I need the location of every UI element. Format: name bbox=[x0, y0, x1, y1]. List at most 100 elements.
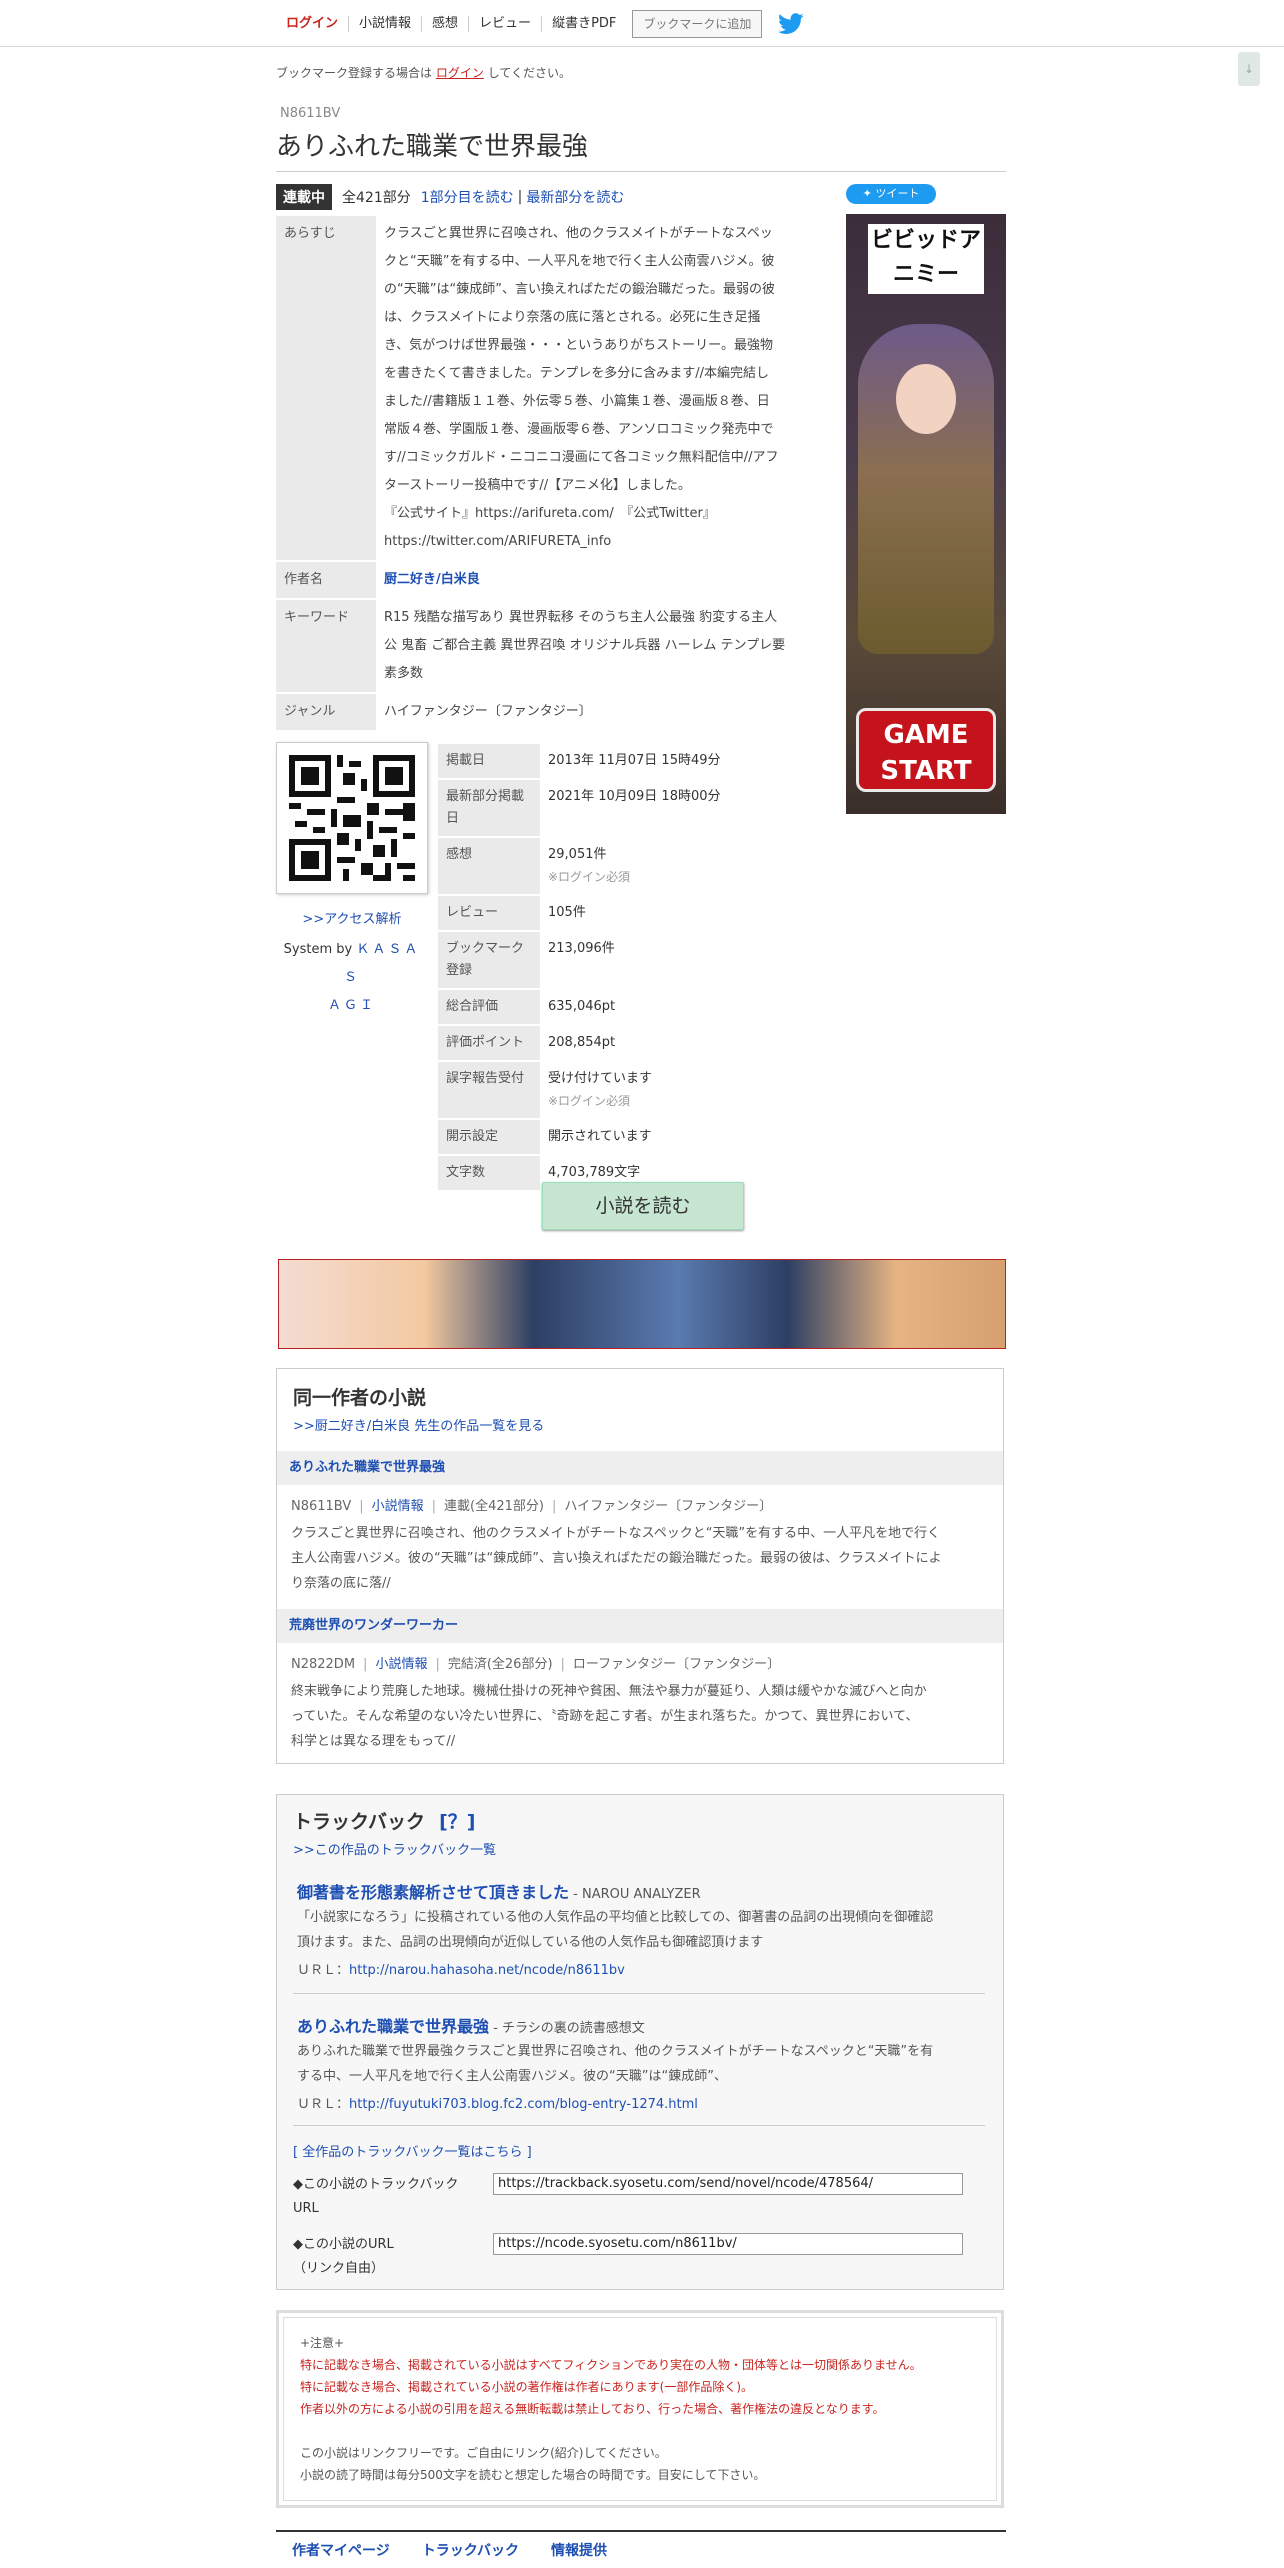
trackback-url-label: ◆この小説のトラックバック URL bbox=[293, 2177, 459, 2216]
ad-character-face bbox=[896, 364, 956, 434]
kasasagi-link[interactable]: ＫＡＳＡＳ bbox=[344, 942, 420, 985]
banner-advertisement[interactable] bbox=[278, 1259, 1006, 1349]
trackback-entry-link[interactable]: ありふれた職業で世界最強 bbox=[297, 2017, 489, 2036]
trackback-entry-title: ありふれた職業で世界最強 - チラシの裏の読書感想文 bbox=[297, 2017, 645, 2036]
char-count-label: 文字数 bbox=[438, 1155, 540, 1192]
typo-report-label: 誤字報告受付 bbox=[438, 1061, 540, 1120]
novel-info-table: あらすじ クラスごと異世界に召喚され、他のクラスメイトがチートなスペッ クと“天… bbox=[276, 216, 820, 732]
caution-text: 特に記載なき場合、掲載されている小説の著作権は作者にあります(一部作品除く)。 bbox=[300, 2380, 754, 2394]
novel-url-field[interactable] bbox=[493, 2233, 963, 2255]
same-author-novel-meta: N2822DM | 小説情報 | 完結済(全26部分) | ローファンタジー〔ファンタジー〕 bbox=[291, 1657, 781, 1672]
page-title: ありふれた職業で世界最強 bbox=[276, 126, 1006, 172]
trackback-heading: トラックバック [？] bbox=[293, 1811, 476, 1833]
trackback-url-field[interactable] bbox=[493, 2173, 963, 2195]
caution-box: +注意+ 特に記載なき場合、掲載されている小説はすべてフィクションであり実在の人… bbox=[276, 2310, 1004, 2508]
twitter-bird-icon: ✦ bbox=[862, 187, 876, 200]
genre: ハイファンタジー〔ファンタジー〕 bbox=[376, 693, 820, 732]
same-author-novel-desc: クラスごと異世界に召喚され、他のクラスメイトがチートなスペックと“天職”を有する… bbox=[291, 1526, 942, 1591]
trackback-list-link[interactable]: >>この作品のトラックバック一覧 bbox=[293, 1839, 496, 1858]
novel-stats-table: 掲載日 2013年 11月07日 15時49分 最新部分掲載日 2021年 10月0… bbox=[438, 744, 820, 1192]
trackback-entry-link[interactable]: 御著書を形態素解析させて頂きました bbox=[297, 1883, 569, 1902]
impressions-label: 感想 bbox=[438, 837, 540, 896]
trackback-entry-desc: 「小説家になろう」に投稿されている他の人気作品の平均値と比較しての、御著書の品詞… bbox=[297, 1910, 934, 1950]
impressions-link[interactable]: 感想 bbox=[422, 16, 470, 32]
scroll-down-button[interactable]: ↓ bbox=[1238, 52, 1260, 86]
trackback-entry-title: 御著書を形態素解析させて頂きました - NAROU ANALYZER bbox=[297, 1883, 701, 1902]
bookmark-label: ブックマーク登録 bbox=[438, 931, 540, 990]
points-label: 評価ポイント bbox=[438, 1025, 540, 1062]
published-date: 2013年 11月07日 15時49分 bbox=[540, 744, 820, 780]
divider bbox=[293, 2125, 985, 2126]
synopsis-label: あらすじ bbox=[276, 216, 376, 562]
ncode: N8611BV bbox=[280, 106, 341, 121]
author-link[interactable]: 厨二好き/白米良 bbox=[384, 572, 480, 587]
notice-login-link[interactable]: ログイン bbox=[436, 66, 484, 80]
ad-logo: ビビッドアニミー bbox=[868, 224, 984, 294]
author-works-link[interactable]: >>厨二好き/白米良 先生の作品一覧を見る bbox=[293, 1415, 544, 1434]
trackback-url-link[interactable]: http://narou.hahasoha.net/ncode/n8611bv bbox=[349, 1963, 625, 1978]
footer-trackback-link[interactable]: トラックバック bbox=[422, 2540, 519, 2560]
impressions-note: ※ログイン必須 bbox=[548, 870, 631, 884]
total-rating: 635,046pt bbox=[540, 989, 820, 1026]
bookmark-count: 213,096件 bbox=[540, 931, 820, 990]
login-notice: ブックマーク登録する場合は ログイン してください。 bbox=[276, 66, 571, 80]
footer-mypage-link[interactable]: 作者マイページ bbox=[292, 2540, 390, 2560]
typo-report-status: 受け付けています bbox=[548, 1071, 653, 1086]
same-author-novel-meta: N8611BV | 小説情報 | 連載(全421部分) | ハイファンタジー〔ファンタジー〕 bbox=[291, 1499, 773, 1514]
author-label: 作者名 bbox=[276, 561, 376, 600]
twitter-bird-icon[interactable] bbox=[778, 13, 804, 35]
bookmark-add-button[interactable]: ブックマークに追加 bbox=[632, 10, 763, 38]
trackback-section: トラックバック [？] >>この作品のトラックバック一覧 御著書を形態素解析させて… bbox=[276, 1794, 1004, 2290]
vertical-pdf-link[interactable]: 縦書きPDF bbox=[542, 16, 626, 32]
latest-label: 最新部分掲載日 bbox=[438, 779, 540, 838]
login-link[interactable]: ログイン bbox=[276, 16, 350, 32]
typo-report-note: ※ログイン必須 bbox=[548, 1094, 631, 1108]
disclosure-label: 開示設定 bbox=[438, 1119, 540, 1156]
game-start-button[interactable]: GAME START bbox=[856, 708, 996, 792]
keywords: R15 残酷な描写あり 異世界転移 そのうち主人公最強 豹変する主人 公 鬼畜 … bbox=[376, 599, 820, 694]
points: 208,854pt bbox=[540, 1025, 820, 1062]
caution-text: 作者以外の方による小説の引用を超える無断転載は禁止しており、行った場合、著作権法… bbox=[300, 2402, 885, 2416]
same-author-novel-title[interactable]: 荒廃世界のワンダーワーカー bbox=[277, 1609, 1003, 1643]
caution-text: 特に記載なき場合、掲載されている小説はすべてフィクションであり実在の人物・団体等… bbox=[300, 2358, 922, 2372]
trackback-url-link[interactable]: http://fuyutuki703.blog.fc2.com/blog-ent… bbox=[349, 2097, 698, 2112]
caution-note: 小説の読了時間は毎分500文字を読むと想定した場合の時間です。目安にして下さい。 bbox=[300, 2468, 766, 2482]
novel-info-link[interactable]: 小説情報 bbox=[372, 1499, 424, 1514]
read-novel-button[interactable]: 小説を読む bbox=[542, 1182, 744, 1230]
review-link[interactable]: レビュー bbox=[469, 16, 543, 32]
side-advertisement[interactable]: ビビッドアニミー GAME START bbox=[846, 214, 1006, 814]
disclosure-status: 開示されています bbox=[540, 1119, 820, 1156]
all-trackbacks-link[interactable]: [ 全作品のトラックバック一覧はこちら ] bbox=[293, 2141, 532, 2160]
caution-note: この小説はリンクフリーです。ご自由にリンク(紹介)してください。 bbox=[300, 2446, 667, 2460]
same-author-heading: 同一作者の小説 bbox=[293, 1387, 427, 1409]
access-analysis-link[interactable]: >>アクセス解析 bbox=[276, 908, 428, 927]
same-author-section: 同一作者の小説 >>厨二好き/白米良 先生の作品一覧を見る ありふれた職業で世界… bbox=[276, 1368, 1004, 1764]
footer-report-link[interactable]: 情報提供 bbox=[551, 2540, 607, 2560]
novel-info-link[interactable]: 小説情報 bbox=[349, 16, 423, 32]
keyword-label: キーワード bbox=[276, 599, 376, 694]
system-by: System by ＫＡＳＡＳ ＡＧＩ bbox=[283, 942, 421, 1013]
synopsis: クラスごと異世界に召喚され、他のクラスメイトがチートなスペッ クと“天職”を有す… bbox=[376, 216, 820, 562]
novel-url-label: ◆この小説のURL （リンク自由） bbox=[293, 2237, 394, 2276]
top-nav: ログイン 小説情報 感想 レビュー 縦書きPDF ブックマークに追加 bbox=[276, 10, 804, 38]
read-latest-link[interactable]: 最新部分を読む bbox=[526, 187, 624, 207]
same-author-novel-desc: 終末戦争により荒廃した地球。機械仕掛けの死神や貧困、無法や暴力が蔓延り、人類は緩… bbox=[291, 1684, 927, 1749]
divider bbox=[293, 1993, 985, 1994]
read-first-link[interactable]: 1部分目を読む bbox=[421, 187, 514, 207]
impressions-count: 29,051件 bbox=[548, 847, 607, 862]
published-label: 掲載日 bbox=[438, 744, 540, 780]
caution-heading: +注意+ bbox=[300, 2336, 345, 2350]
total-rating-label: 総合評価 bbox=[438, 989, 540, 1026]
novel-info-link[interactable]: 小説情報 bbox=[375, 1657, 427, 1672]
tweet-button[interactable]: ✦ ツイート bbox=[846, 184, 936, 204]
kasasagi-link-2[interactable]: ＡＧＩ bbox=[328, 998, 376, 1013]
top-bar: ログイン 小説情報 感想 レビュー 縦書きPDF ブックマークに追加 bbox=[0, 0, 1284, 47]
qr-code-icon bbox=[277, 743, 427, 893]
footer-nav: 作者マイページ トラックバック 情報提供 bbox=[276, 2530, 1006, 2560]
trackback-entry-url: ＵＲＬ：http://fuyutuki703.blog.fc2.com/blog… bbox=[297, 2097, 698, 2112]
review-label: レビュー bbox=[438, 895, 540, 932]
same-author-novel-title[interactable]: ありふれた職業で世界最強 bbox=[277, 1451, 1003, 1485]
trackback-entry-url: ＵＲＬ：http://narou.hahasoha.net/ncode/n861… bbox=[297, 1963, 625, 1978]
trackback-help-link[interactable]: [？] bbox=[439, 1811, 475, 1833]
status-row: 連載中 全421部分 1部分目を読む | 最新部分を読む bbox=[276, 184, 624, 210]
